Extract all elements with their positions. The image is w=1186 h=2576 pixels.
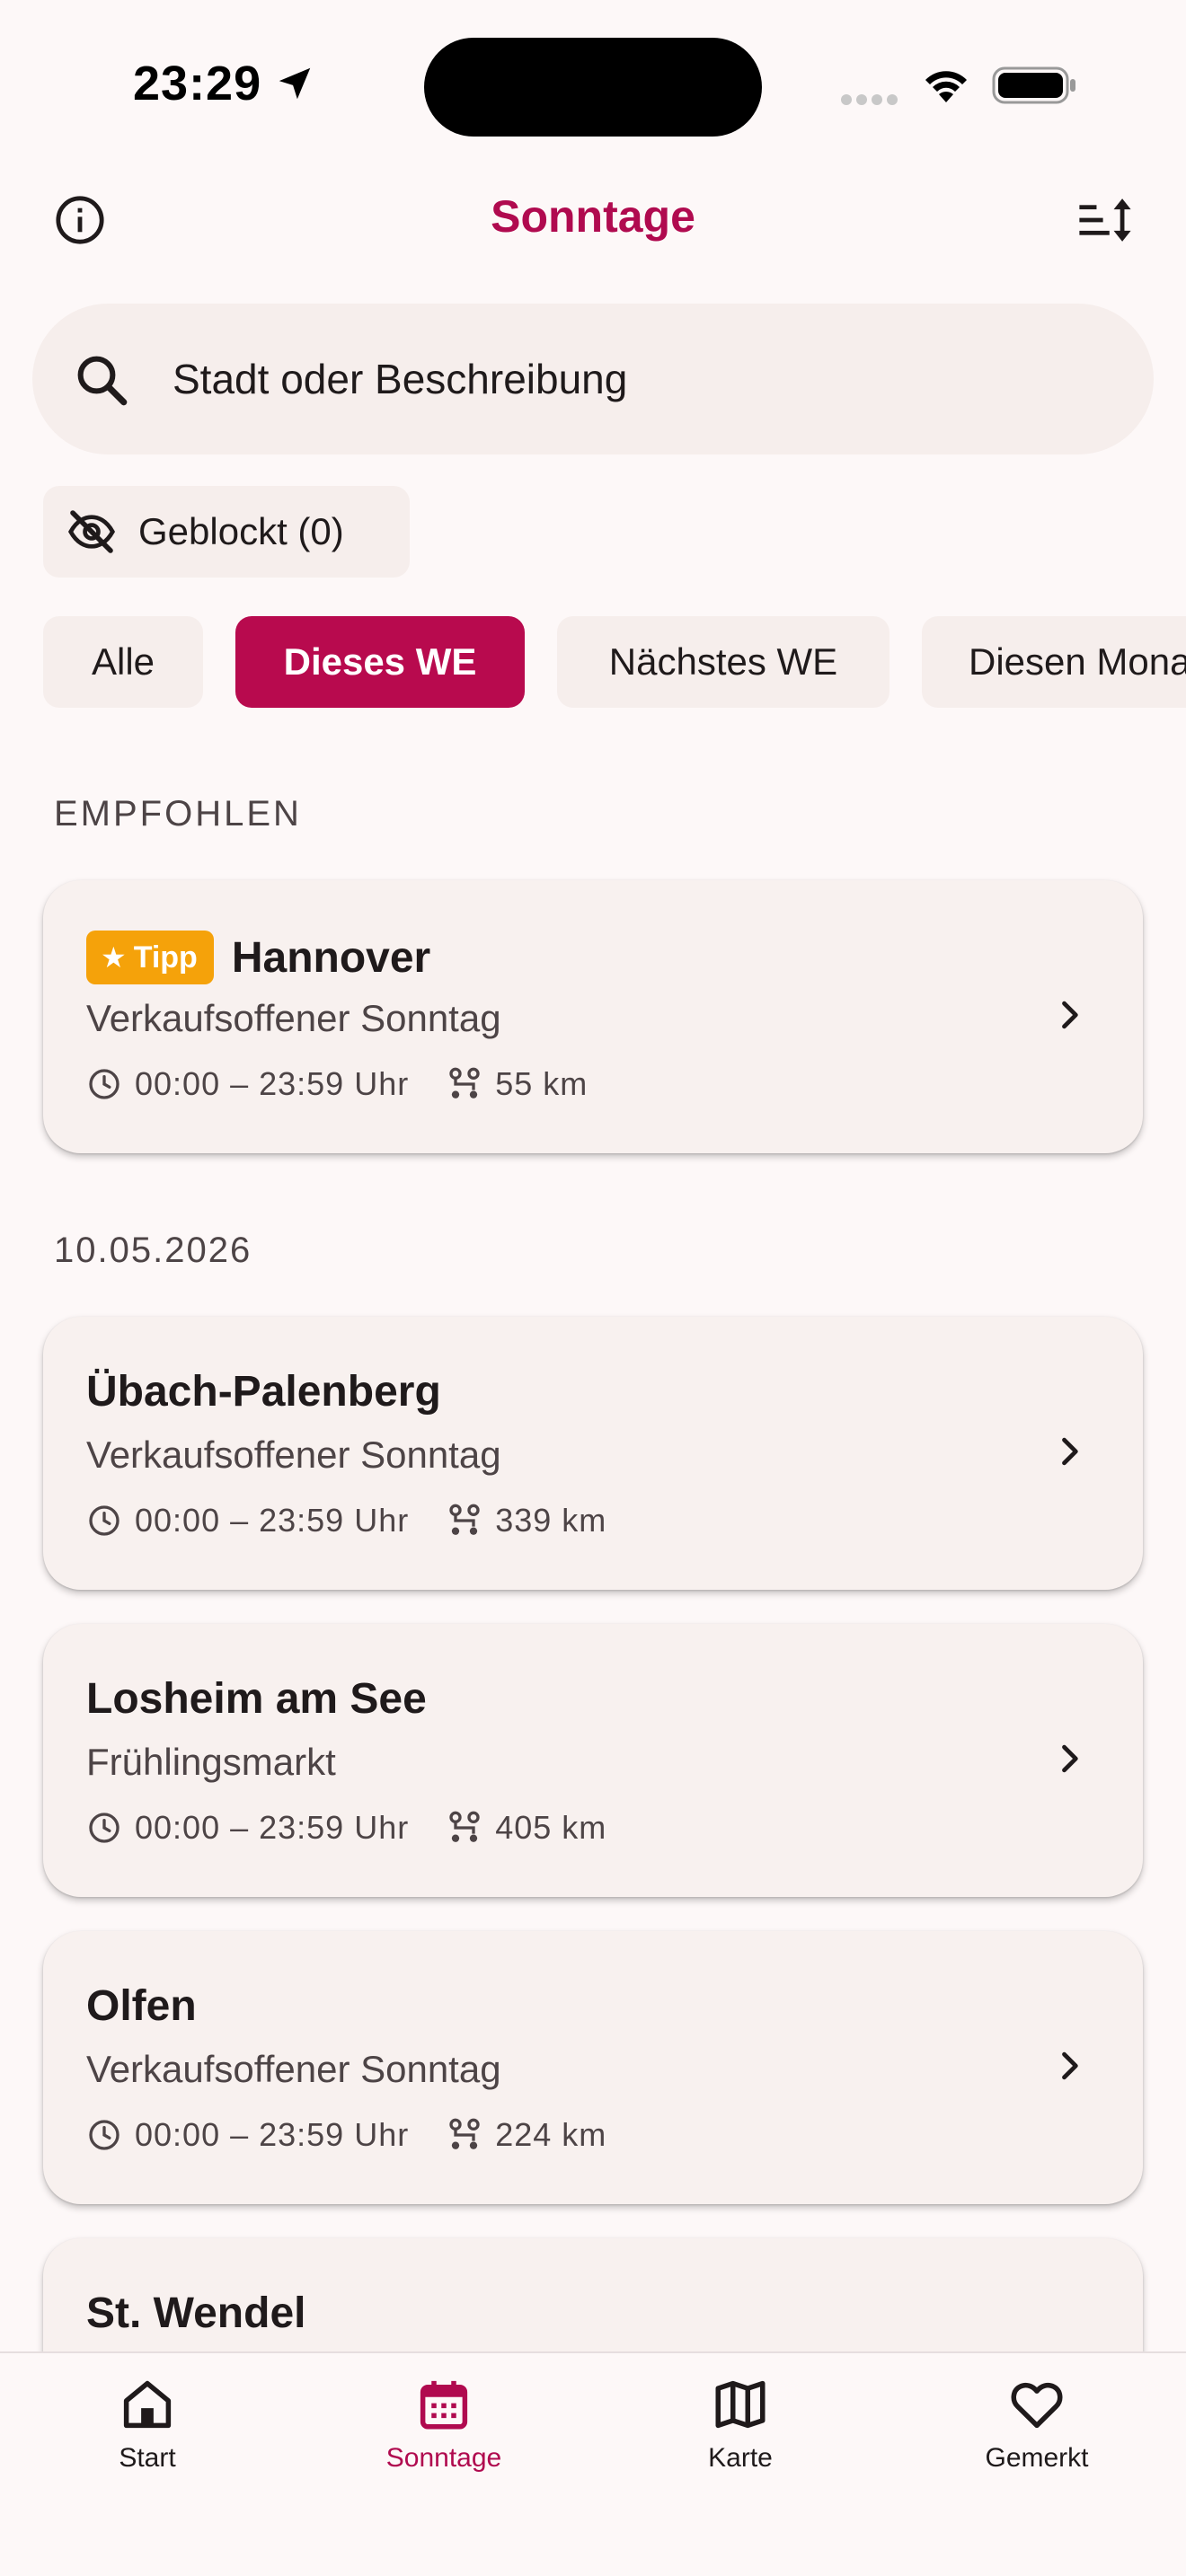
sort-icon (1079, 198, 1131, 242)
route-icon (449, 1067, 480, 1098)
nav-item-karte[interactable]: Karte (633, 2375, 848, 2474)
search-bar[interactable] (32, 304, 1154, 454)
filter-chip-label: Alle (91, 640, 155, 683)
section-label-date: 10.05.2026 (54, 1231, 252, 1270)
chevron-right-icon (1062, 1437, 1078, 1466)
clock-icon (89, 1505, 119, 1536)
route-icon (449, 1811, 480, 1842)
event-distance: 55 km (495, 1065, 589, 1102)
section-label-recommended: EMPFOHLEN (54, 794, 302, 834)
chevron-right-icon (1062, 2051, 1078, 2080)
route-icon (449, 2118, 480, 2149)
clock-icon (89, 1069, 119, 1099)
tipp-badge: ★ Tipp (86, 931, 214, 984)
filter-chip-label: Diesen Monat (969, 640, 1186, 683)
filter-chip-diesen-monat[interactable]: Diesen Monat (922, 616, 1186, 708)
event-card[interactable]: Olfen Verkaufsoffener Sonntag 00:00 – 23… (43, 1931, 1143, 2204)
blocked-chip-label: Geblockt (0) (138, 510, 344, 552)
event-subtitle: Verkaufsoffener Sonntag (86, 2048, 501, 2090)
event-subtitle: Verkaufsoffener Sonntag (86, 1434, 501, 1476)
bottom-navigation: Start Sonntage Karte Gemerkt (0, 2351, 1186, 2576)
clock-icon (89, 1813, 119, 1843)
filter-chip-naechstes-we[interactable]: Nächstes WE (557, 616, 890, 708)
location-arrow-icon (279, 67, 311, 100)
event-time: 00:00 – 23:59 Uhr (135, 1065, 410, 1102)
blocked-filter-chip[interactable]: Geblockt (0) (43, 486, 410, 578)
filter-chip-alle[interactable]: Alle (43, 616, 203, 708)
event-title: Losheim am See (86, 1675, 427, 1723)
nav-item-start[interactable]: Start (40, 2375, 255, 2474)
status-bar: 23:29 (0, 0, 1186, 153)
event-distance: 339 km (495, 1502, 607, 1539)
calendar-icon (420, 2380, 468, 2430)
event-card[interactable]: Übach-Palenberg Verkaufsoffener Sonntag … (43, 1317, 1143, 1590)
status-time: 23:29 (133, 57, 262, 110)
heart-icon (1011, 2382, 1063, 2429)
clock-icon (89, 2120, 119, 2150)
event-card-recommended[interactable]: ★ Tipp Hannover Verkaufsoffener Sonntag 0… (43, 880, 1143, 1153)
event-card[interactable]: Losheim am See Frühlingsmarkt 00:00 – 23… (43, 1624, 1143, 1897)
search-icon (77, 356, 128, 406)
event-time: 00:00 – 23:59 Uhr (135, 1502, 410, 1539)
event-distance: 405 km (495, 1809, 607, 1846)
event-subtitle: Verkaufsoffener Sonntag (86, 997, 501, 1039)
event-meta: 00:00 – 23:59 Uhr 224 km (86, 2116, 606, 2154)
tipp-badge-label: Tipp (133, 940, 198, 975)
home-icon (123, 2380, 172, 2429)
dynamic-island (424, 38, 762, 137)
wifi-icon (925, 71, 967, 102)
event-distance: 224 km (495, 2116, 607, 2153)
nav-label: Sonntage (385, 2443, 502, 2473)
sort-button[interactable] (1073, 190, 1137, 250)
event-meta: 00:00 – 23:59 Uhr 55 km (86, 1065, 588, 1103)
event-title: Hannover (231, 933, 431, 982)
page-title: Sonntage (491, 191, 695, 242)
battery-icon (992, 66, 1075, 104)
search-input[interactable] (173, 304, 1107, 454)
event-title: Übach-Palenberg (86, 1368, 441, 1416)
nav-item-gemerkt[interactable]: Gemerkt (929, 2375, 1145, 2474)
nav-label: Gemerkt (985, 2443, 1089, 2473)
star-icon: ★ (101, 941, 127, 974)
filter-chip-label: Nächstes WE (608, 640, 838, 683)
event-time: 00:00 – 23:59 Uhr (135, 1809, 410, 1846)
filter-chip-label: Dieses WE (283, 640, 477, 683)
event-meta: 00:00 – 23:59 Uhr 339 km (86, 1502, 606, 1539)
nav-label: Karte (708, 2443, 773, 2473)
filter-chip-dieses-we[interactable]: Dieses WE (235, 616, 525, 708)
event-subtitle: Frühlingsmarkt (86, 1741, 336, 1783)
nav-item-sonntage[interactable]: Sonntage (336, 2375, 552, 2474)
eye-off-icon (68, 510, 115, 553)
event-time: 00:00 – 23:59 Uhr (135, 2116, 410, 2153)
nav-label: Start (119, 2443, 176, 2473)
top-app-bar: Sonntage (0, 171, 1186, 269)
filter-chip-row: Alle Dieses WE Nächstes WE Diesen Monat (43, 616, 1186, 708)
event-title: St. Wendel (86, 2289, 306, 2337)
event-meta: 00:00 – 23:59 Uhr 405 km (86, 1809, 606, 1847)
chevron-right-icon (1062, 1744, 1078, 1773)
map-icon (715, 2380, 766, 2429)
event-title: Olfen (86, 1982, 197, 2030)
chevron-right-icon (1062, 1001, 1078, 1029)
signal-icon (841, 93, 902, 110)
route-icon (449, 1504, 480, 1535)
